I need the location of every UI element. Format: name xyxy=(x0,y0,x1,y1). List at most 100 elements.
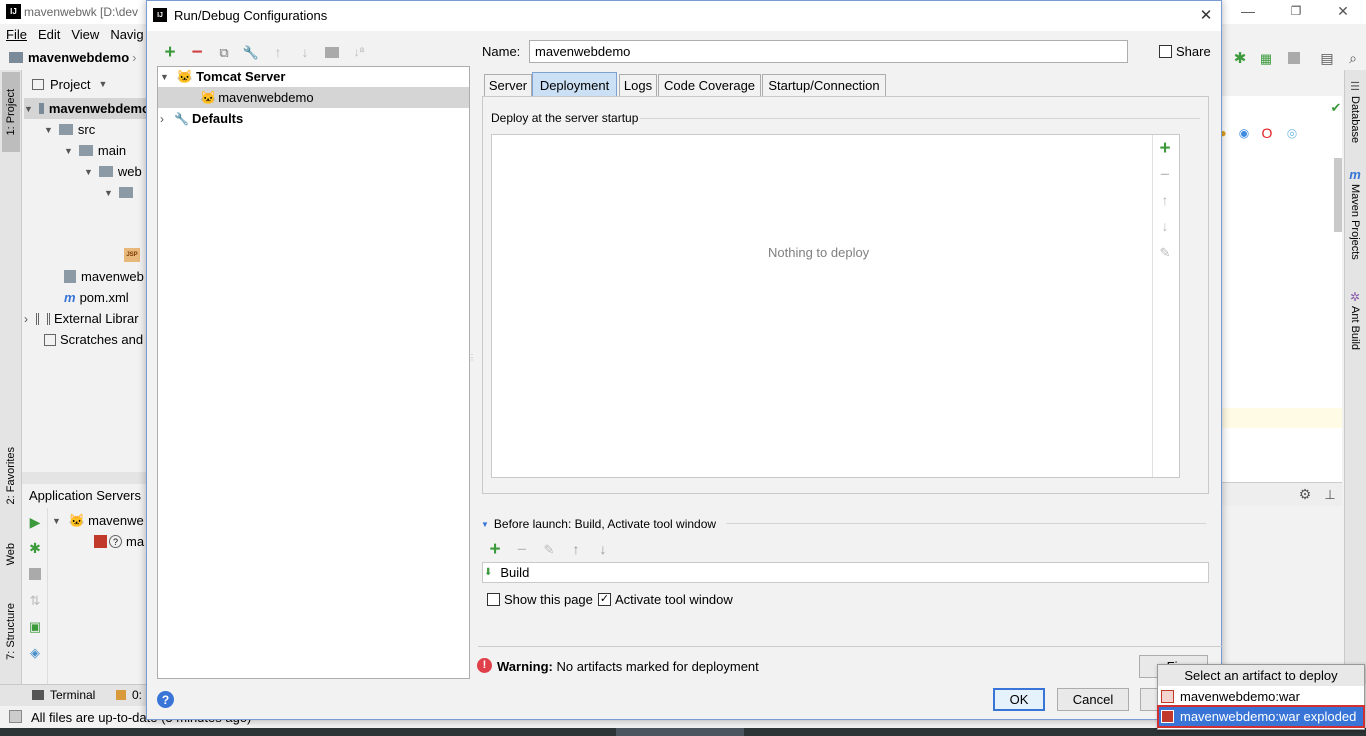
stop-icon[interactable] xyxy=(1288,52,1300,64)
tree-row-tomcat[interactable]: ▼ 🐱 Tomcat Server xyxy=(160,66,285,87)
chevron-down-icon[interactable]: ▼ xyxy=(24,104,33,114)
chevron-down-icon[interactable]: ▼ xyxy=(64,146,73,156)
project-structure-icon[interactable]: ▤ xyxy=(1318,49,1336,67)
task-down-icon[interactable]: ↓ xyxy=(594,540,612,558)
popup-item-war[interactable]: mavenwebdemo:war xyxy=(1158,686,1364,706)
activate-tool-checkbox[interactable]: ✓ xyxy=(598,593,611,606)
update-icon[interactable]: ▣ xyxy=(27,618,43,634)
add-artifact-icon[interactable]: + xyxy=(1156,139,1174,158)
structure-tool-tab[interactable]: 7: Structure xyxy=(2,590,20,672)
tab-deployment[interactable]: Deployment xyxy=(532,72,617,97)
show-page-row[interactable]: Show this page xyxy=(487,592,593,607)
deploy-icon[interactable]: ⇅ xyxy=(27,592,43,608)
debug-server-icon[interactable]: ✱ xyxy=(27,540,43,556)
remove-artifact-icon[interactable]: − xyxy=(1156,165,1174,183)
chevron-down-icon[interactable]: ▼ xyxy=(104,188,113,198)
debug-icon[interactable]: ✱ xyxy=(1231,49,1249,67)
ie-browser-icon[interactable]: ◎ xyxy=(1285,126,1299,140)
ant-tool-tab[interactable]: Ant Build xyxy=(1346,306,1364,362)
menu-edit[interactable]: Edit xyxy=(38,27,60,42)
tree-row-root[interactable]: ▼ mavenwebdemo xyxy=(24,98,150,119)
help-icon[interactable]: ? xyxy=(157,691,174,708)
tree-row-external[interactable]: › External Librar xyxy=(24,308,139,329)
jsp-file-icon[interactable]: JSP xyxy=(124,248,140,262)
web-tool-tab[interactable]: Web xyxy=(2,530,20,578)
terminal-tab[interactable]: Terminal xyxy=(32,688,95,702)
task-row-build[interactable]: ⬇ Build xyxy=(484,563,529,582)
chevron-down-icon[interactable]: ▼ xyxy=(160,72,169,82)
splitter-handle[interactable]: ⋮ xyxy=(468,350,476,366)
chevron-down-icon[interactable]: ▼ xyxy=(84,167,93,177)
dialog-close-icon[interactable]: ✕ xyxy=(1196,6,1216,24)
tab-code-coverage[interactable]: Code Coverage xyxy=(658,74,761,96)
tree-row-web[interactable]: ▼ web xyxy=(84,161,142,182)
move-down-icon[interactable]: ↓ xyxy=(296,43,314,61)
app-server-row[interactable]: ▼ 🐱 mavenwe xyxy=(52,510,144,531)
cancel-button[interactable]: Cancel xyxy=(1057,688,1129,711)
database-tool-tab[interactable]: Database xyxy=(1346,96,1364,154)
close-window-icon[interactable]: ✕ xyxy=(1333,3,1353,19)
taskbar-item[interactable] xyxy=(616,728,744,736)
search-everywhere-icon[interactable]: ⌕ xyxy=(1344,49,1362,67)
add-task-icon[interactable]: + xyxy=(486,540,504,559)
ok-button[interactable]: OK xyxy=(993,688,1045,711)
gear-icon[interactable]: ⚙ xyxy=(1296,486,1314,502)
editor-scrollbar[interactable] xyxy=(1334,158,1342,232)
edit-defaults-icon[interactable]: 🔧 xyxy=(242,43,260,61)
menu-navigate[interactable]: Navig xyxy=(110,27,143,42)
status-toggle-icon[interactable] xyxy=(9,710,22,723)
tab-server[interactable]: Server xyxy=(484,74,532,96)
tree-row-iml[interactable]: mavenweb xyxy=(64,266,144,287)
before-launch-header[interactable]: ▼ Before launch: Build, Activate tool wi… xyxy=(481,517,716,531)
name-input[interactable]: mavenwebdemo xyxy=(529,40,1128,63)
deploy-list[interactable] xyxy=(491,134,1180,478)
menu-view[interactable]: View xyxy=(71,27,99,42)
hide-panel-icon[interactable]: ⊥ xyxy=(1322,486,1338,502)
share-checkbox-row[interactable]: Share xyxy=(1159,44,1211,59)
folder-config-icon[interactable] xyxy=(325,47,339,58)
safari-browser-icon[interactable]: ◉ xyxy=(1237,126,1251,140)
sort-icon[interactable]: ↓ª xyxy=(350,43,368,61)
tab-startup-connection[interactable]: Startup/Connection xyxy=(762,74,886,96)
tree-row-main[interactable]: ▼ main xyxy=(64,140,126,161)
edit-task-icon[interactable]: ✎ xyxy=(540,540,558,558)
tree-row-pom[interactable]: m pom.xml xyxy=(64,287,129,308)
remove-task-icon[interactable]: − xyxy=(513,540,531,558)
project-tool-tab[interactable]: 1: Project xyxy=(2,72,20,152)
tree-row-webinf[interactable]: ▼ xyxy=(104,182,133,203)
project-header-label[interactable]: Project xyxy=(50,77,90,92)
breadcrumb[interactable]: mavenwebdemo xyxy=(28,50,129,65)
edit-artifact-icon[interactable]: ✎ xyxy=(1156,243,1174,261)
chevron-down-icon[interactable]: ▼ xyxy=(52,516,61,526)
share-checkbox[interactable] xyxy=(1159,45,1172,58)
run-icon[interactable]: ▶ xyxy=(27,514,43,530)
tab-logs[interactable]: Logs xyxy=(619,74,657,96)
maven-tool-tab[interactable]: Maven Projects xyxy=(1346,184,1364,274)
artifact-up-icon[interactable]: ↑ xyxy=(1156,191,1174,209)
tree-row-src[interactable]: ▼ src xyxy=(44,119,95,140)
chevron-down-icon[interactable]: ▼ xyxy=(44,125,53,135)
app-artifact-row[interactable]: ? ma xyxy=(94,531,144,552)
copy-config-icon[interactable]: ⧉ xyxy=(215,43,233,61)
tree-row-config-content[interactable]: 🐱 mavenwebdemo xyxy=(200,87,314,108)
move-up-icon[interactable]: ↑ xyxy=(269,43,287,61)
add-config-icon[interactable]: + xyxy=(161,43,179,62)
artifact-down-icon[interactable]: ↓ xyxy=(1156,217,1174,235)
collapse-icon[interactable]: ▼ xyxy=(481,520,489,529)
chevron-right-icon[interactable]: › xyxy=(24,312,28,326)
tree-row-scratches[interactable]: Scratches and xyxy=(44,329,143,350)
remove-config-icon[interactable]: − xyxy=(188,43,206,62)
diagram-icon[interactable]: ◈ xyxy=(27,644,43,660)
opera-browser-icon[interactable]: O xyxy=(1260,126,1274,140)
chevron-right-icon[interactable]: › xyxy=(160,112,164,126)
favorites-tool-tab[interactable]: 2: Favorites xyxy=(2,436,20,516)
menu-file[interactable]: File xyxy=(6,27,27,42)
coverage-icon[interactable]: ▦ xyxy=(1257,49,1275,67)
restore-icon[interactable]: ❐ xyxy=(1286,3,1306,19)
tree-row-defaults[interactable]: › 🔧 Defaults xyxy=(160,108,243,129)
activate-tool-row[interactable]: ✓ Activate tool window xyxy=(598,592,733,607)
stop-server-icon[interactable] xyxy=(29,568,41,580)
chevron-down-icon[interactable]: ▼ xyxy=(98,79,107,89)
popup-item-war-exploded[interactable]: mavenwebdemo:war exploded xyxy=(1157,705,1365,728)
task-up-icon[interactable]: ↑ xyxy=(567,540,585,558)
